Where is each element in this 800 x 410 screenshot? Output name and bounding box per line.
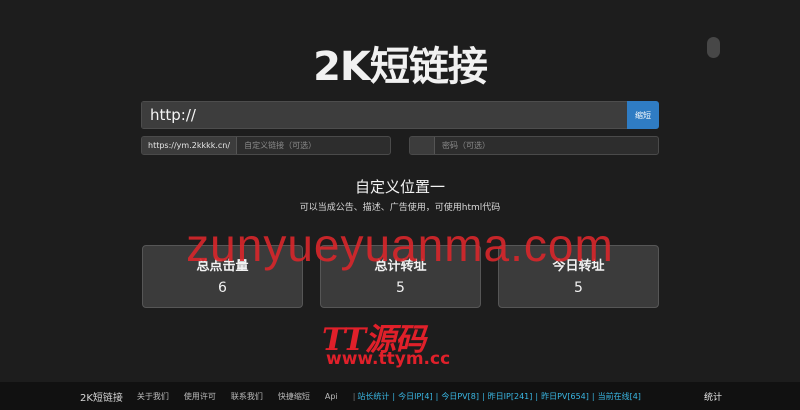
stat-value: 5 <box>396 280 405 296</box>
password-addon <box>410 137 435 154</box>
footer-separator: | <box>352 391 356 401</box>
footer-stat-yesterday-pv: 昨日PV[654] <box>541 391 589 401</box>
stat-value: 5 <box>574 280 583 296</box>
footer-separator: | <box>535 391 539 401</box>
custom-position-title: 自定义位置一 <box>354 178 445 196</box>
footer-stat-online: 当前在线[4] <box>597 391 641 401</box>
watermark-logo-url: www.ttym.cc <box>326 349 451 369</box>
footer-link-quick-shorten[interactable]: 快捷缩短 <box>278 391 310 402</box>
footer-bar: 2K短链接 关于我们 使用许可 联系我们 快捷缩短 Api | 站长统计 | 今… <box>0 382 800 410</box>
footer-link-about[interactable]: 关于我们 <box>137 391 169 402</box>
custom-link-group: https://ym.2kkkk.cn/ <box>141 136 391 155</box>
url-input[interactable] <box>141 101 627 129</box>
footer-stat-yesterday-ip: 昨日IP[241] <box>487 391 533 401</box>
password-input[interactable] <box>435 137 658 154</box>
footer-separator: | <box>435 391 439 401</box>
footer-brand[interactable]: 2K短链接 <box>80 389 123 404</box>
stat-value: 6 <box>218 280 227 296</box>
footer-stat-site[interactable]: 站长统计 <box>357 391 389 402</box>
shorten-button[interactable]: 缩短 <box>627 101 659 129</box>
footer-stat-today-ip: 今日IP[4] <box>398 391 433 401</box>
footer-link-license[interactable]: 使用许可 <box>184 391 216 402</box>
footer-link-api[interactable]: Api <box>325 392 338 401</box>
footer-stats-link[interactable]: 统计 <box>704 390 722 403</box>
footer-separator: | <box>591 391 595 401</box>
footer-stat-today-pv: 今日PV[8] <box>441 391 479 401</box>
footer-link-contact[interactable]: 联系我们 <box>231 391 263 402</box>
site-title: 2K短链接 <box>313 44 488 90</box>
footer-separator: | <box>481 391 485 401</box>
footer-separator: | <box>392 391 396 401</box>
url-form: 缩短 <box>141 101 659 129</box>
watermark-text: zunyueyuanma.com <box>186 219 614 271</box>
password-group <box>409 136 659 155</box>
custom-position-subtitle: 可以当成公告、描述、广告使用，可使用html代码 <box>299 203 501 213</box>
custom-link-input[interactable] <box>237 137 390 154</box>
theme-toggle[interactable] <box>707 37 720 58</box>
domain-prefix: https://ym.2kkkk.cn/ <box>142 137 238 154</box>
